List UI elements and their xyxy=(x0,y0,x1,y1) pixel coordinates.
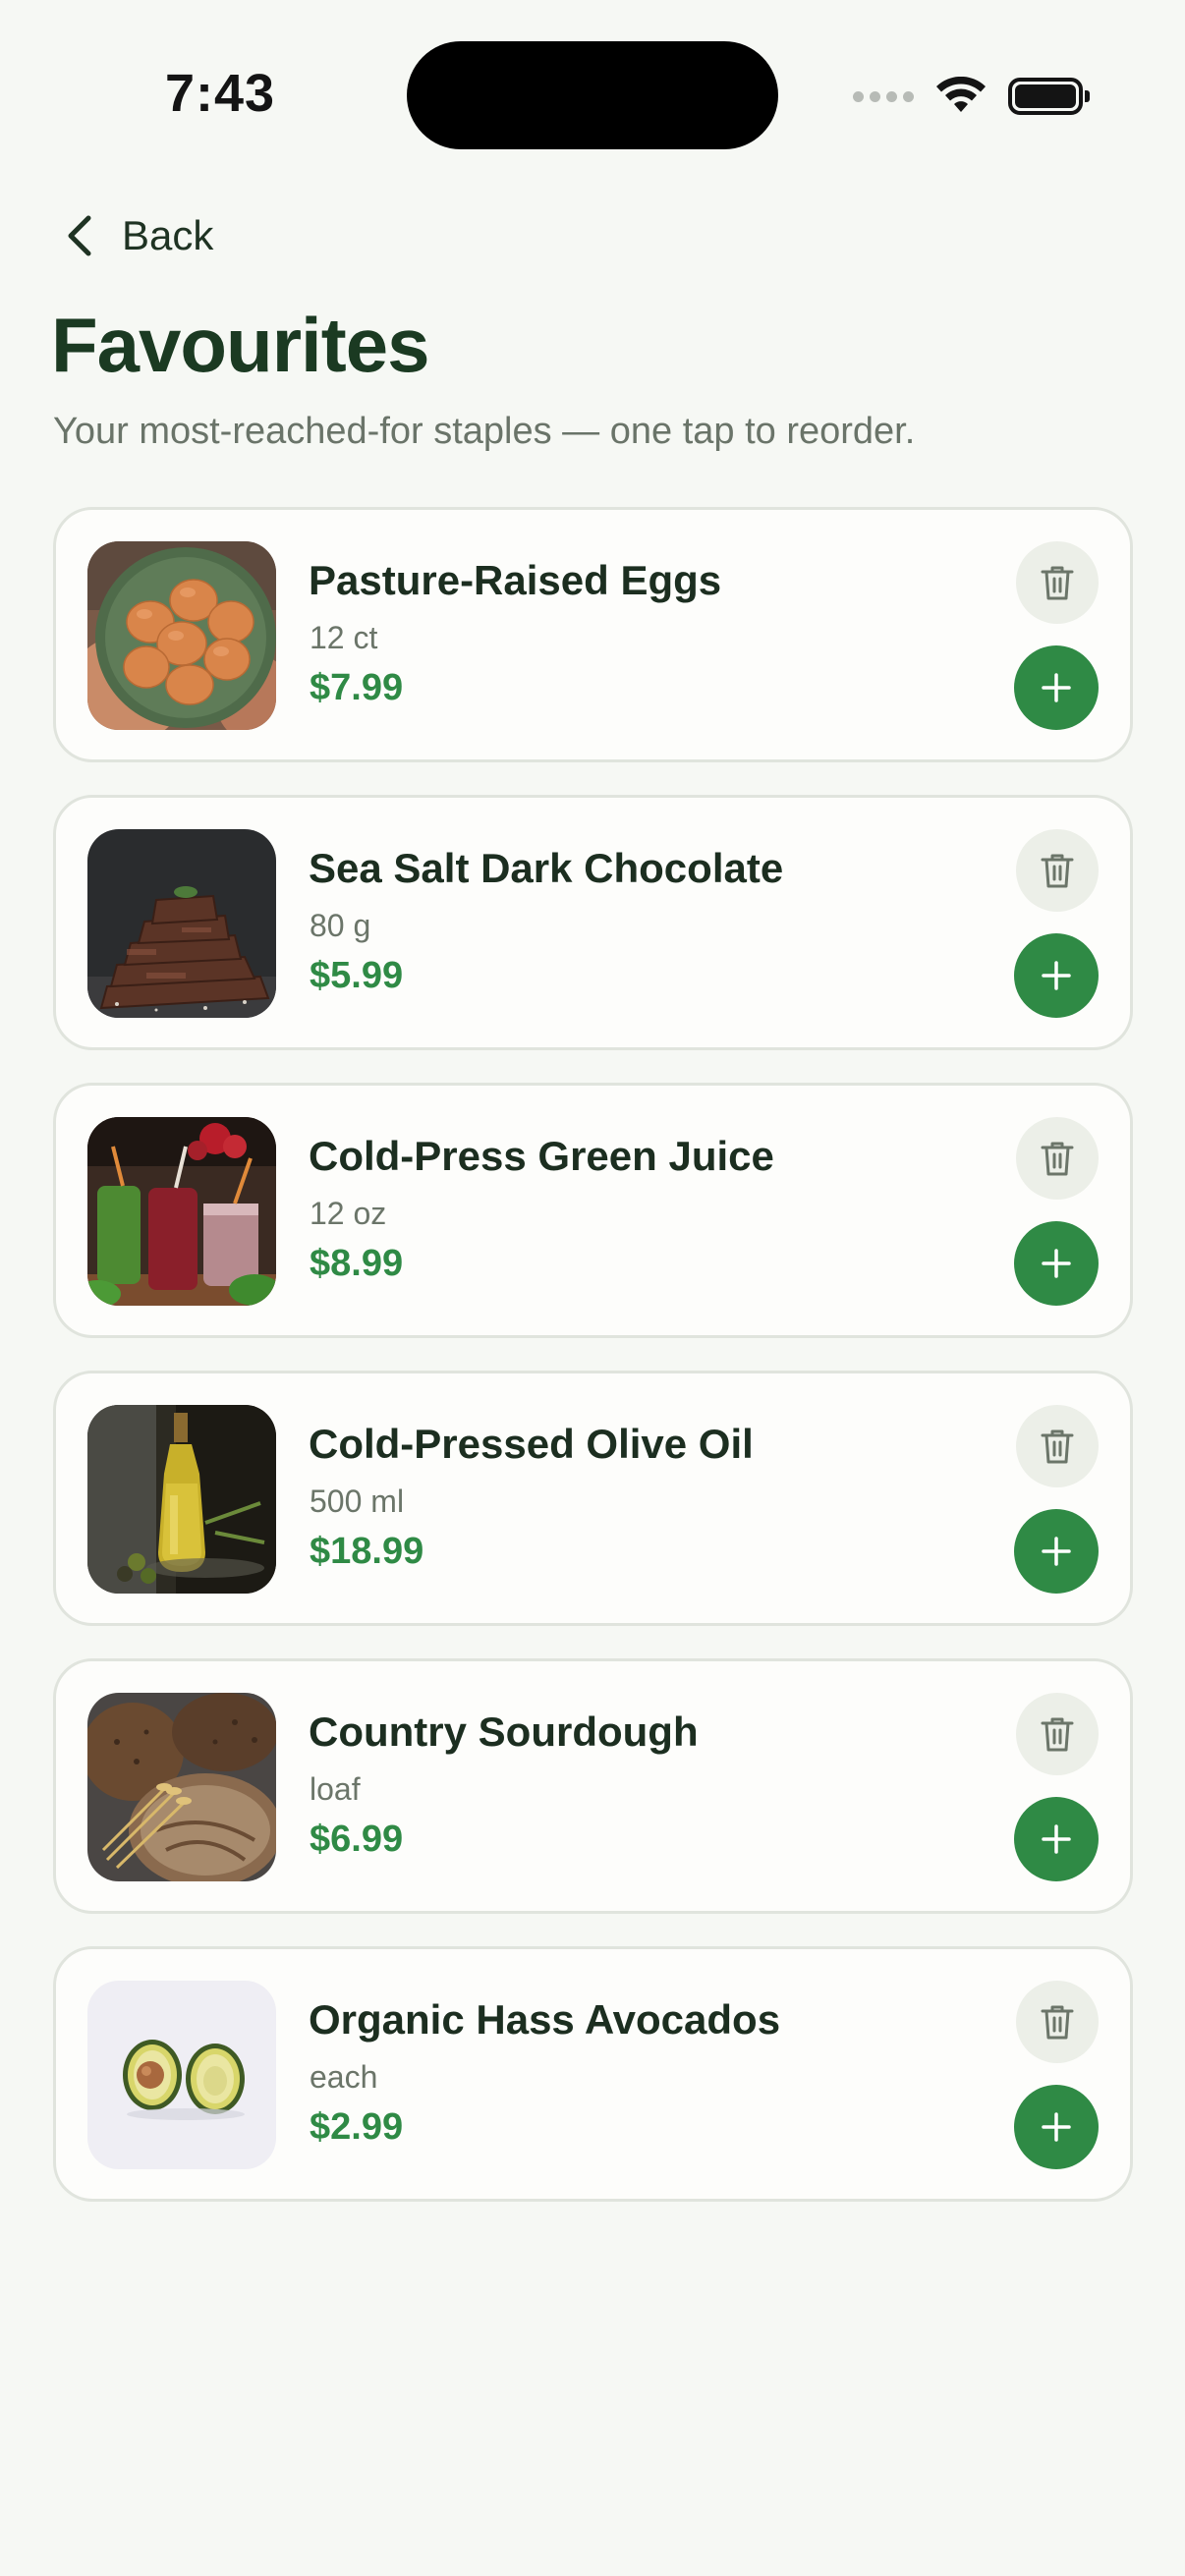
trash-icon xyxy=(1041,2005,1074,2040)
item-price: $2.99 xyxy=(310,2106,404,2148)
add-to-cart-button[interactable] xyxy=(1014,933,1099,1018)
plus-icon xyxy=(1042,1537,1071,1566)
item-size: 80 g xyxy=(310,908,371,943)
trash-icon xyxy=(1041,566,1074,600)
chevron-left-icon xyxy=(68,215,91,256)
status-icons xyxy=(853,73,1090,120)
item-price: $18.99 xyxy=(310,1531,424,1572)
product-image-chocolate xyxy=(87,829,276,1018)
remove-favourite-button[interactable] xyxy=(1016,1981,1099,2063)
plus-icon xyxy=(1042,1249,1071,1278)
remove-favourite-button[interactable] xyxy=(1016,1693,1099,1775)
favourite-item-card[interactable]: Sea Salt Dark Chocolate 80 g $5.99 xyxy=(53,795,1133,1050)
wifi-icon xyxy=(936,77,986,112)
item-name: Organic Hass Avocados xyxy=(309,1996,781,2043)
item-name: Cold-Press Green Juice xyxy=(309,1133,774,1179)
favourites-screen: 7:43 Back Favourites Your most-reached-f… xyxy=(0,0,1185,2576)
page-subtitle: Your most-reached-for staples — one tap … xyxy=(53,411,916,452)
item-size: 500 ml xyxy=(310,1484,405,1519)
cellular-signal-icon xyxy=(853,90,914,102)
add-to-cart-button[interactable] xyxy=(1014,1509,1099,1594)
product-image-avocados xyxy=(87,1981,276,2169)
product-image-olive-oil xyxy=(87,1405,276,1594)
trash-icon xyxy=(1041,854,1074,888)
dynamic-island xyxy=(407,41,778,149)
favourite-item-card[interactable]: Country Sourdough loaf $6.99 xyxy=(53,1658,1133,1914)
item-price: $8.99 xyxy=(310,1243,404,1284)
favourite-item-card[interactable]: Organic Hass Avocados each $2.99 xyxy=(53,1946,1133,2202)
remove-favourite-button[interactable] xyxy=(1016,1405,1099,1487)
add-to-cart-button[interactable] xyxy=(1014,1797,1099,1881)
product-image-eggs xyxy=(87,541,276,730)
trash-icon xyxy=(1041,1717,1074,1752)
product-image-sourdough xyxy=(87,1693,276,1881)
back-label: Back xyxy=(122,212,214,258)
page-title: Favourites xyxy=(51,302,429,388)
trash-icon xyxy=(1041,1429,1074,1464)
item-price: $5.99 xyxy=(310,955,404,996)
plus-icon xyxy=(1042,673,1071,702)
add-to-cart-button[interactable] xyxy=(1014,645,1099,730)
remove-favourite-button[interactable] xyxy=(1016,541,1099,624)
battery-icon xyxy=(1008,78,1090,115)
product-image-juice xyxy=(87,1117,276,1306)
item-price: $7.99 xyxy=(310,667,404,708)
item-name: Country Sourdough xyxy=(309,1708,699,1755)
plus-icon xyxy=(1042,2112,1071,2142)
plus-icon xyxy=(1042,1824,1071,1854)
status-time: 7:43 xyxy=(165,64,276,123)
back-button[interactable]: Back xyxy=(63,204,213,267)
item-name: Cold-Pressed Olive Oil xyxy=(309,1421,754,1467)
add-to-cart-button[interactable] xyxy=(1014,1221,1099,1306)
trash-icon xyxy=(1041,1142,1074,1176)
item-size: 12 ct xyxy=(310,620,378,655)
item-size: 12 oz xyxy=(310,1196,387,1231)
item-size: each xyxy=(310,2059,378,2095)
status-bar: 7:43 xyxy=(0,0,1185,167)
plus-icon xyxy=(1042,961,1071,990)
add-to-cart-button[interactable] xyxy=(1014,2085,1099,2169)
favourite-item-card[interactable]: Pasture-Raised Eggs 12 ct $7.99 xyxy=(53,507,1133,762)
favourite-item-card[interactable]: Cold-Pressed Olive Oil 500 ml $18.99 xyxy=(53,1371,1133,1626)
remove-favourite-button[interactable] xyxy=(1016,1117,1099,1200)
remove-favourite-button[interactable] xyxy=(1016,829,1099,912)
item-name: Sea Salt Dark Chocolate xyxy=(309,845,784,891)
item-price: $6.99 xyxy=(310,1819,404,1860)
item-size: loaf xyxy=(310,1771,361,1807)
favourites-list: Pasture-Raised Eggs 12 ct $7.99 Sea Salt… xyxy=(53,507,1133,2234)
favourite-item-card[interactable]: Cold-Press Green Juice 12 oz $8.99 xyxy=(53,1083,1133,1338)
item-name: Pasture-Raised Eggs xyxy=(309,557,722,603)
